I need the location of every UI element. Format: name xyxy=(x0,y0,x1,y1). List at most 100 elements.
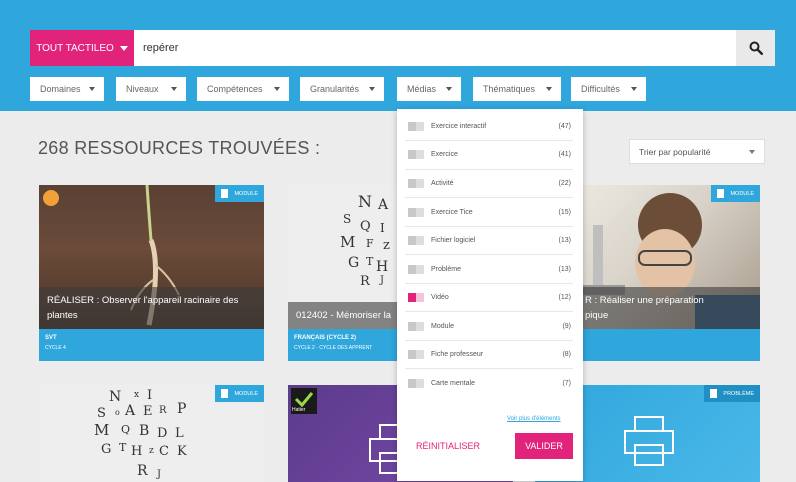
reset-button[interactable]: RÉINITIALISER xyxy=(416,441,480,451)
option-count: (7) xyxy=(562,379,571,387)
document-icon xyxy=(710,389,718,398)
media-option[interactable]: Fichier logiciel (13) xyxy=(397,226,583,254)
search-input[interactable] xyxy=(134,30,736,66)
svg-text:z: z xyxy=(149,446,154,456)
svg-text:P: P xyxy=(177,401,186,417)
filter-thematiques[interactable]: Thématiques xyxy=(473,77,561,101)
svg-text:F: F xyxy=(366,237,374,250)
media-option-selected[interactable]: Vidéo (12) xyxy=(397,283,583,311)
filter-difficultes[interactable]: Difficultés xyxy=(571,77,646,101)
media-option[interactable]: Problème (13) xyxy=(397,255,583,283)
filter-label: Granularités xyxy=(310,84,360,94)
media-option[interactable]: Exercice interactif (47) xyxy=(397,112,583,140)
media-option[interactable]: Activité (22) xyxy=(397,169,583,197)
see-more-link[interactable]: Voir plus d'éléments xyxy=(507,416,561,422)
svg-text:T: T xyxy=(119,441,127,454)
media-option[interactable]: Module (9) xyxy=(397,312,583,340)
results-count-title: 268 RESSOURCES TROUVÉES : xyxy=(38,138,321,158)
filter-niveaux[interactable]: Niveaux xyxy=(116,77,186,101)
svg-text:A: A xyxy=(377,197,389,213)
badge-label: MODULE xyxy=(234,390,258,397)
svg-text:T: T xyxy=(366,255,374,268)
toggle-switch[interactable] xyxy=(408,178,424,188)
chevron-down-icon xyxy=(274,87,280,91)
svg-text:Q: Q xyxy=(360,219,371,234)
document-icon xyxy=(717,189,725,198)
top-header: TOUT TACTILEO Domaines Niveaux Compétenc… xyxy=(0,0,796,111)
document-icon xyxy=(221,189,229,198)
toggle-switch[interactable] xyxy=(408,235,424,245)
option-count: (13) xyxy=(558,265,571,273)
validate-button[interactable]: VALIDER xyxy=(515,433,573,459)
svg-text:R: R xyxy=(137,463,148,479)
media-option[interactable]: Carte mentale (7) xyxy=(397,369,583,397)
document-icon xyxy=(221,389,229,398)
media-option[interactable]: Fiche professeur (8) xyxy=(397,340,583,368)
resource-card[interactable]: MODULE RÉALISER : Observer l'appareil ra… xyxy=(39,185,264,361)
chevron-down-icon xyxy=(89,87,95,91)
publisher-logo: Hatier xyxy=(291,388,317,414)
chevron-down-icon xyxy=(369,87,375,91)
filter-domaines[interactable]: Domaines xyxy=(30,77,104,101)
toggle-switch-on[interactable] xyxy=(408,292,424,302)
media-option[interactable]: Exercice Tice (15) xyxy=(397,198,583,226)
option-count: (12) xyxy=(558,293,571,301)
filter-competences[interactable]: Compétences xyxy=(197,77,289,101)
toggle-switch[interactable] xyxy=(408,378,424,388)
svg-text:L: L xyxy=(175,426,184,441)
option-count: (41) xyxy=(558,150,571,158)
sort-dropdown[interactable]: Trier par popularité xyxy=(629,139,765,164)
svg-text:Q: Q xyxy=(121,423,130,436)
card-type-badge: MODULE xyxy=(711,185,760,202)
magnifier-icon xyxy=(749,41,763,55)
svg-text:M: M xyxy=(94,421,109,439)
toggle-switch[interactable] xyxy=(408,349,424,359)
toggle-switch[interactable] xyxy=(408,121,424,131)
media-option[interactable]: Exercice (41) xyxy=(397,140,583,168)
svg-text:G: G xyxy=(101,442,111,457)
option-label: Fiche professeur xyxy=(431,350,484,358)
option-label: Carte mentale xyxy=(431,379,475,387)
filter-granularites[interactable]: Granularités xyxy=(300,77,384,101)
toggle-switch[interactable] xyxy=(408,264,424,274)
option-count: (8) xyxy=(562,350,571,358)
option-count: (13) xyxy=(558,236,571,244)
toggle-switch[interactable] xyxy=(408,321,424,331)
svg-text:K: K xyxy=(177,444,187,459)
toggle-switch[interactable] xyxy=(408,149,424,159)
option-count: (15) xyxy=(558,208,571,216)
filter-label: Compétences xyxy=(207,84,263,94)
option-label: Exercice Tice xyxy=(431,208,473,216)
logo-text: Hatier xyxy=(292,407,306,413)
svg-text:R: R xyxy=(360,274,371,289)
chevron-down-icon xyxy=(546,87,552,91)
card-type-badge: MODULE xyxy=(215,185,264,202)
svg-text:H: H xyxy=(131,444,142,459)
filter-label: Difficultés xyxy=(581,84,620,94)
svg-text:o: o xyxy=(115,408,120,417)
toggle-switch[interactable] xyxy=(408,207,424,217)
scope-dropdown-button[interactable]: TOUT TACTILEO xyxy=(30,30,134,66)
sort-label: Trier par popularité xyxy=(639,146,711,157)
svg-text:A: A xyxy=(124,403,136,419)
filter-label: Médias xyxy=(407,84,437,94)
card-thumbnail: MODULE RÉALISER : Observer l'appareil ra… xyxy=(39,185,264,329)
chevron-down-icon xyxy=(749,149,755,154)
card-type-badge: MODULE xyxy=(215,385,264,402)
chevron-down-icon xyxy=(171,87,177,91)
option-label: Module xyxy=(431,322,454,330)
option-label: Exercice xyxy=(431,150,458,158)
svg-text:E: E xyxy=(143,404,153,419)
resource-card[interactable]: NxI SoAERP MQBDL GTHzCK RJ MODULE xyxy=(39,385,264,482)
filter-medias[interactable]: Médias xyxy=(397,77,461,101)
chevron-down-icon xyxy=(631,87,637,91)
badge-label: PROBLÈME xyxy=(723,390,754,397)
svg-text:I: I xyxy=(147,388,152,403)
option-label: Vidéo xyxy=(431,293,449,301)
svg-text:D: D xyxy=(157,426,167,441)
search-button[interactable] xyxy=(736,30,775,66)
svg-text:N: N xyxy=(358,192,372,211)
svg-text:N: N xyxy=(109,389,121,405)
search-bar: TOUT TACTILEO xyxy=(30,30,775,66)
svg-text:S: S xyxy=(343,212,351,226)
